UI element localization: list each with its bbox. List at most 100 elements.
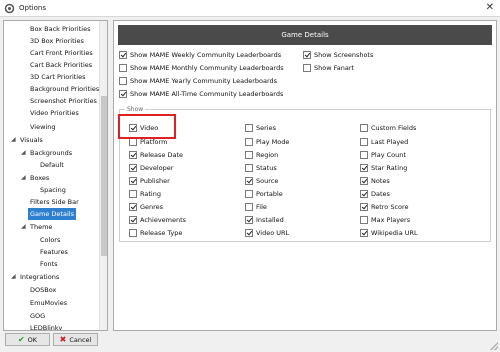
expand-arrow-icon[interactable]: ◢ <box>21 221 26 233</box>
tree-item[interactable]: Box Back Priorities <box>30 23 90 35</box>
tree-item[interactable]: Visuals <box>20 134 43 146</box>
tree-item[interactable]: Boxes <box>30 172 49 184</box>
tree-item[interactable]: DOSBox <box>30 284 56 296</box>
cancel-button[interactable]: ✖ Cancel <box>53 333 98 346</box>
tree-item[interactable]: LEDBlinky <box>30 322 62 330</box>
checkbox-checked[interactable] <box>303 51 311 59</box>
checkbox-unchecked[interactable] <box>360 216 368 224</box>
checkbox-checked[interactable] <box>360 164 368 172</box>
checkbox-option[interactable]: Rating <box>129 189 161 199</box>
checkbox-option[interactable]: Installed <box>245 215 284 225</box>
close-icon[interactable]: ✕ <box>486 3 494 13</box>
checkbox-option[interactable]: Notes <box>360 176 390 186</box>
checkbox-option[interactable]: Dates <box>360 189 390 199</box>
tree-item[interactable]: Viewing <box>30 121 55 133</box>
checkbox-unchecked[interactable] <box>119 77 127 85</box>
checkbox-option[interactable]: Source <box>245 176 278 186</box>
tree-item[interactable]: Screenshot Priorities <box>30 95 97 107</box>
checkbox-option[interactable]: Video URL <box>245 228 289 238</box>
tree-item[interactable]: Background Priorities <box>30 83 99 95</box>
checkbox-unchecked[interactable] <box>360 124 368 132</box>
checkbox-checked[interactable] <box>129 203 137 211</box>
checkbox-unchecked[interactable] <box>129 138 137 146</box>
expand-arrow-icon[interactable]: ◢ <box>11 271 16 283</box>
checkbox-option[interactable]: Developer <box>129 163 173 173</box>
checkbox-option[interactable]: Show MAME Yearly Community Leaderboards <box>119 76 277 86</box>
expand-arrow-icon[interactable]: ◢ <box>21 172 26 184</box>
checkbox-checked[interactable] <box>360 190 368 198</box>
tree-item[interactable]: EmuMovies <box>30 297 67 309</box>
checkbox-option[interactable]: Retro Score <box>360 202 409 212</box>
checkbox-option[interactable]: Max Players <box>360 215 410 225</box>
checkbox-checked[interactable] <box>129 164 137 172</box>
checkbox-option[interactable]: Achievements <box>129 215 186 225</box>
checkbox-checked[interactable] <box>129 177 137 185</box>
checkbox-option[interactable]: File <box>245 202 267 212</box>
checkbox-option[interactable]: Genres <box>129 202 163 212</box>
checkbox-option[interactable]: Show MAME Monthly Community Leaderboards <box>119 63 284 73</box>
checkbox-checked[interactable] <box>360 203 368 211</box>
checkbox-option[interactable]: Portable <box>245 189 283 199</box>
checkbox-option[interactable]: Show Fanart <box>303 63 354 73</box>
checkbox-unchecked[interactable] <box>245 151 253 159</box>
tree-item[interactable]: GOG <box>30 310 45 322</box>
checkbox-unchecked[interactable] <box>119 64 127 72</box>
checkbox-option[interactable]: Custom Fields <box>360 123 416 133</box>
tree-item[interactable]: Spacing <box>40 184 66 196</box>
checkbox-option[interactable]: Play Mode <box>245 137 289 147</box>
checkbox-unchecked[interactable] <box>245 138 253 146</box>
tree-item[interactable]: 3D Cart Priorities <box>30 71 86 83</box>
checkbox-option[interactable]: Release Type <box>129 228 182 238</box>
tree-item[interactable]: Default <box>40 159 64 171</box>
tree-item[interactable]: Integrations <box>20 271 59 283</box>
checkbox-option[interactable]: Region <box>245 150 278 160</box>
checkbox-checked[interactable] <box>245 216 253 224</box>
checkbox-checked[interactable] <box>119 51 127 59</box>
checkbox-option[interactable]: Show MAME All-Time Community Leaderboard… <box>119 89 283 99</box>
expand-arrow-icon[interactable]: ◢ <box>21 147 26 159</box>
checkbox-checked[interactable] <box>129 151 137 159</box>
tree-scrollbar-thumb[interactable] <box>101 96 107 256</box>
checkbox-unchecked[interactable] <box>245 124 253 132</box>
checkbox-checked[interactable] <box>119 90 127 98</box>
checkbox-checked[interactable] <box>129 216 137 224</box>
checkbox-unchecked[interactable] <box>360 138 368 146</box>
checkbox-option[interactable]: Play Count <box>360 150 406 160</box>
tree-item[interactable]: 3D Box Priorities <box>30 35 84 47</box>
checkbox-unchecked[interactable] <box>245 190 253 198</box>
checkbox-unchecked[interactable] <box>245 203 253 211</box>
checkbox-option[interactable]: Status <box>245 163 277 173</box>
tree-scrollbar[interactable] <box>99 21 107 330</box>
checkbox-option[interactable]: Series <box>245 123 276 133</box>
checkbox-option[interactable]: Wikipedia URL <box>360 228 418 238</box>
resize-grip-icon[interactable] <box>490 342 498 350</box>
tree-item[interactable]: Theme <box>30 221 52 233</box>
checkbox-option[interactable]: Star Rating <box>360 163 407 173</box>
checkbox-checked[interactable] <box>360 177 368 185</box>
tree-item[interactable]: Cart Front Priorities <box>30 47 93 59</box>
checkbox-option[interactable]: Release Date <box>129 150 183 160</box>
checkbox-option[interactable]: Last Played <box>360 137 408 147</box>
tree-item[interactable]: Features <box>40 246 68 258</box>
checkbox-option[interactable]: Publisher <box>129 176 170 186</box>
checkbox-unchecked[interactable] <box>129 190 137 198</box>
tree-item[interactable]: Colors <box>40 234 60 246</box>
checkbox-checked[interactable] <box>360 229 368 237</box>
checkbox-option[interactable]: Show MAME Weekly Community Leaderboards <box>119 50 281 60</box>
checkbox-checked[interactable] <box>245 177 253 185</box>
checkbox-unchecked[interactable] <box>129 229 137 237</box>
checkbox-label: Source <box>256 177 279 185</box>
tree-item[interactable]: Fonts <box>40 258 58 270</box>
tree-item[interactable]: Cart Back Priorities <box>30 59 92 71</box>
tree-item[interactable]: Filters Side Bar <box>30 196 79 208</box>
checkbox-unchecked[interactable] <box>360 151 368 159</box>
checkbox-unchecked[interactable] <box>303 64 311 72</box>
checkbox-unchecked[interactable] <box>245 164 253 172</box>
checkbox-option[interactable]: Show Screenshots <box>303 50 373 60</box>
tree-item[interactable]: Video Priorities <box>30 107 79 119</box>
tree-item[interactable]: Backgrounds <box>30 147 72 159</box>
checkbox-checked[interactable] <box>245 229 253 237</box>
expand-arrow-icon[interactable]: ◢ <box>11 134 16 146</box>
tree-item[interactable]: Game Details <box>28 208 76 220</box>
ok-button[interactable]: ✔ OK <box>5 333 50 346</box>
